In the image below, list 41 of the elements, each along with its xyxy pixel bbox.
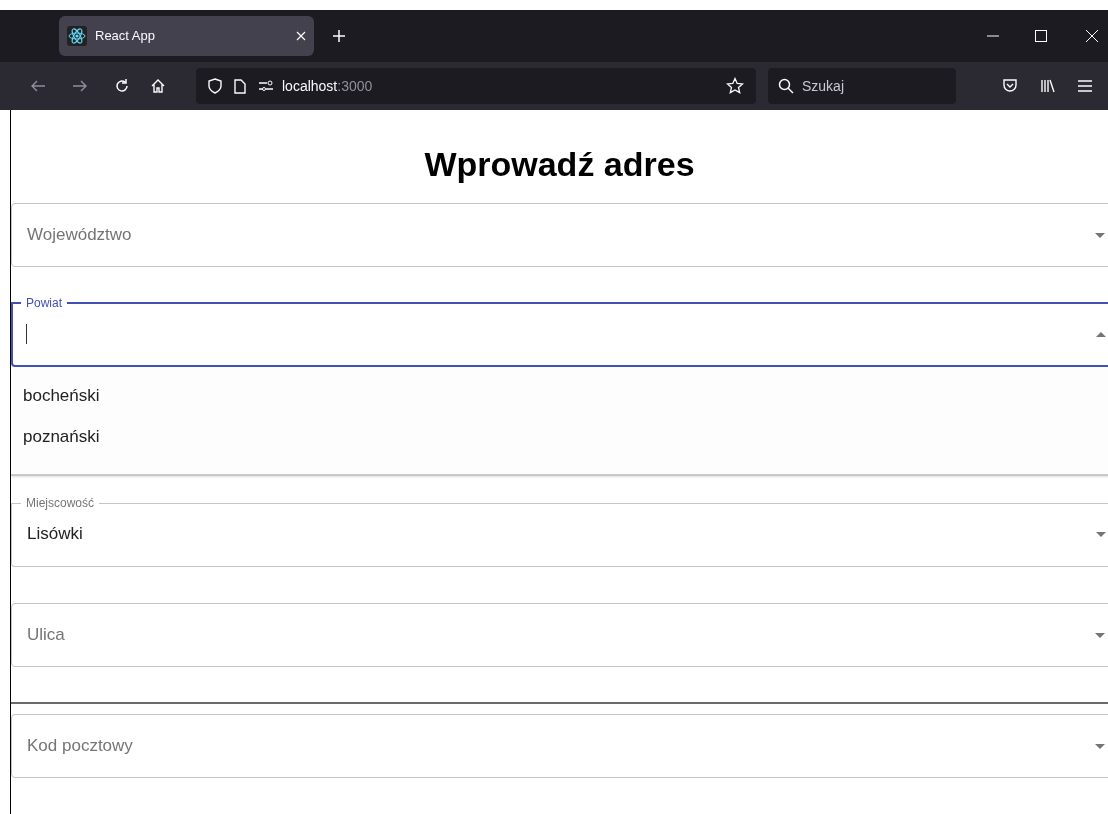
field-label: Ulica xyxy=(27,625,65,645)
field-label: Województwo xyxy=(27,225,132,245)
field-label: Kod pocztowy xyxy=(27,736,133,756)
plus-icon[interactable] xyxy=(332,29,346,43)
dropdown-option[interactable]: poznański xyxy=(11,416,1108,457)
field-label: Powiat xyxy=(25,295,64,311)
home-icon[interactable] xyxy=(150,78,166,94)
menu-icon[interactable] xyxy=(1078,80,1092,92)
browser-tab[interactable]: React App xyxy=(59,16,314,56)
sliders-icon[interactable] xyxy=(258,80,274,92)
field-value: Lisówki xyxy=(27,524,83,544)
maximize-icon[interactable] xyxy=(1035,30,1047,42)
select-field[interactable]: Kod pocztowy xyxy=(11,714,1108,778)
url-text: localhost:3000 xyxy=(282,76,374,96)
pocket-icon[interactable] xyxy=(1002,78,1018,94)
star-icon[interactable] xyxy=(726,77,744,95)
field-label: Miejscowość xyxy=(25,495,95,511)
caret-down-icon[interactable] xyxy=(1096,532,1106,537)
caret-down-icon[interactable] xyxy=(1095,744,1105,749)
forward-icon[interactable] xyxy=(72,79,88,93)
text-cursor xyxy=(26,324,27,344)
search-icon xyxy=(778,78,794,94)
select-field[interactable]: Ulica xyxy=(11,603,1108,667)
page-title: Wprowadź adres xyxy=(423,144,696,185)
page-icon xyxy=(234,78,246,94)
tab-title: React App xyxy=(95,27,156,46)
back-icon[interactable] xyxy=(30,79,46,93)
caret-up-icon[interactable] xyxy=(1096,332,1106,337)
search-field[interactable]: Szukaj xyxy=(768,68,956,104)
select-field[interactable]: Województwo xyxy=(11,203,1108,267)
reload-icon[interactable] xyxy=(114,78,130,94)
dropdown-option[interactable]: bocheński xyxy=(11,375,1108,416)
shield-icon xyxy=(208,78,222,94)
caret-down-icon[interactable] xyxy=(1095,233,1105,238)
close-icon[interactable] xyxy=(296,31,306,41)
caret-down-icon[interactable] xyxy=(1095,633,1105,638)
atom-icon xyxy=(67,26,87,46)
library-icon[interactable] xyxy=(1040,78,1056,94)
search-input[interactable]: Szukaj xyxy=(802,75,932,97)
close-icon[interactable] xyxy=(1086,30,1098,42)
address-bar[interactable]: localhost:3000 xyxy=(196,68,756,104)
